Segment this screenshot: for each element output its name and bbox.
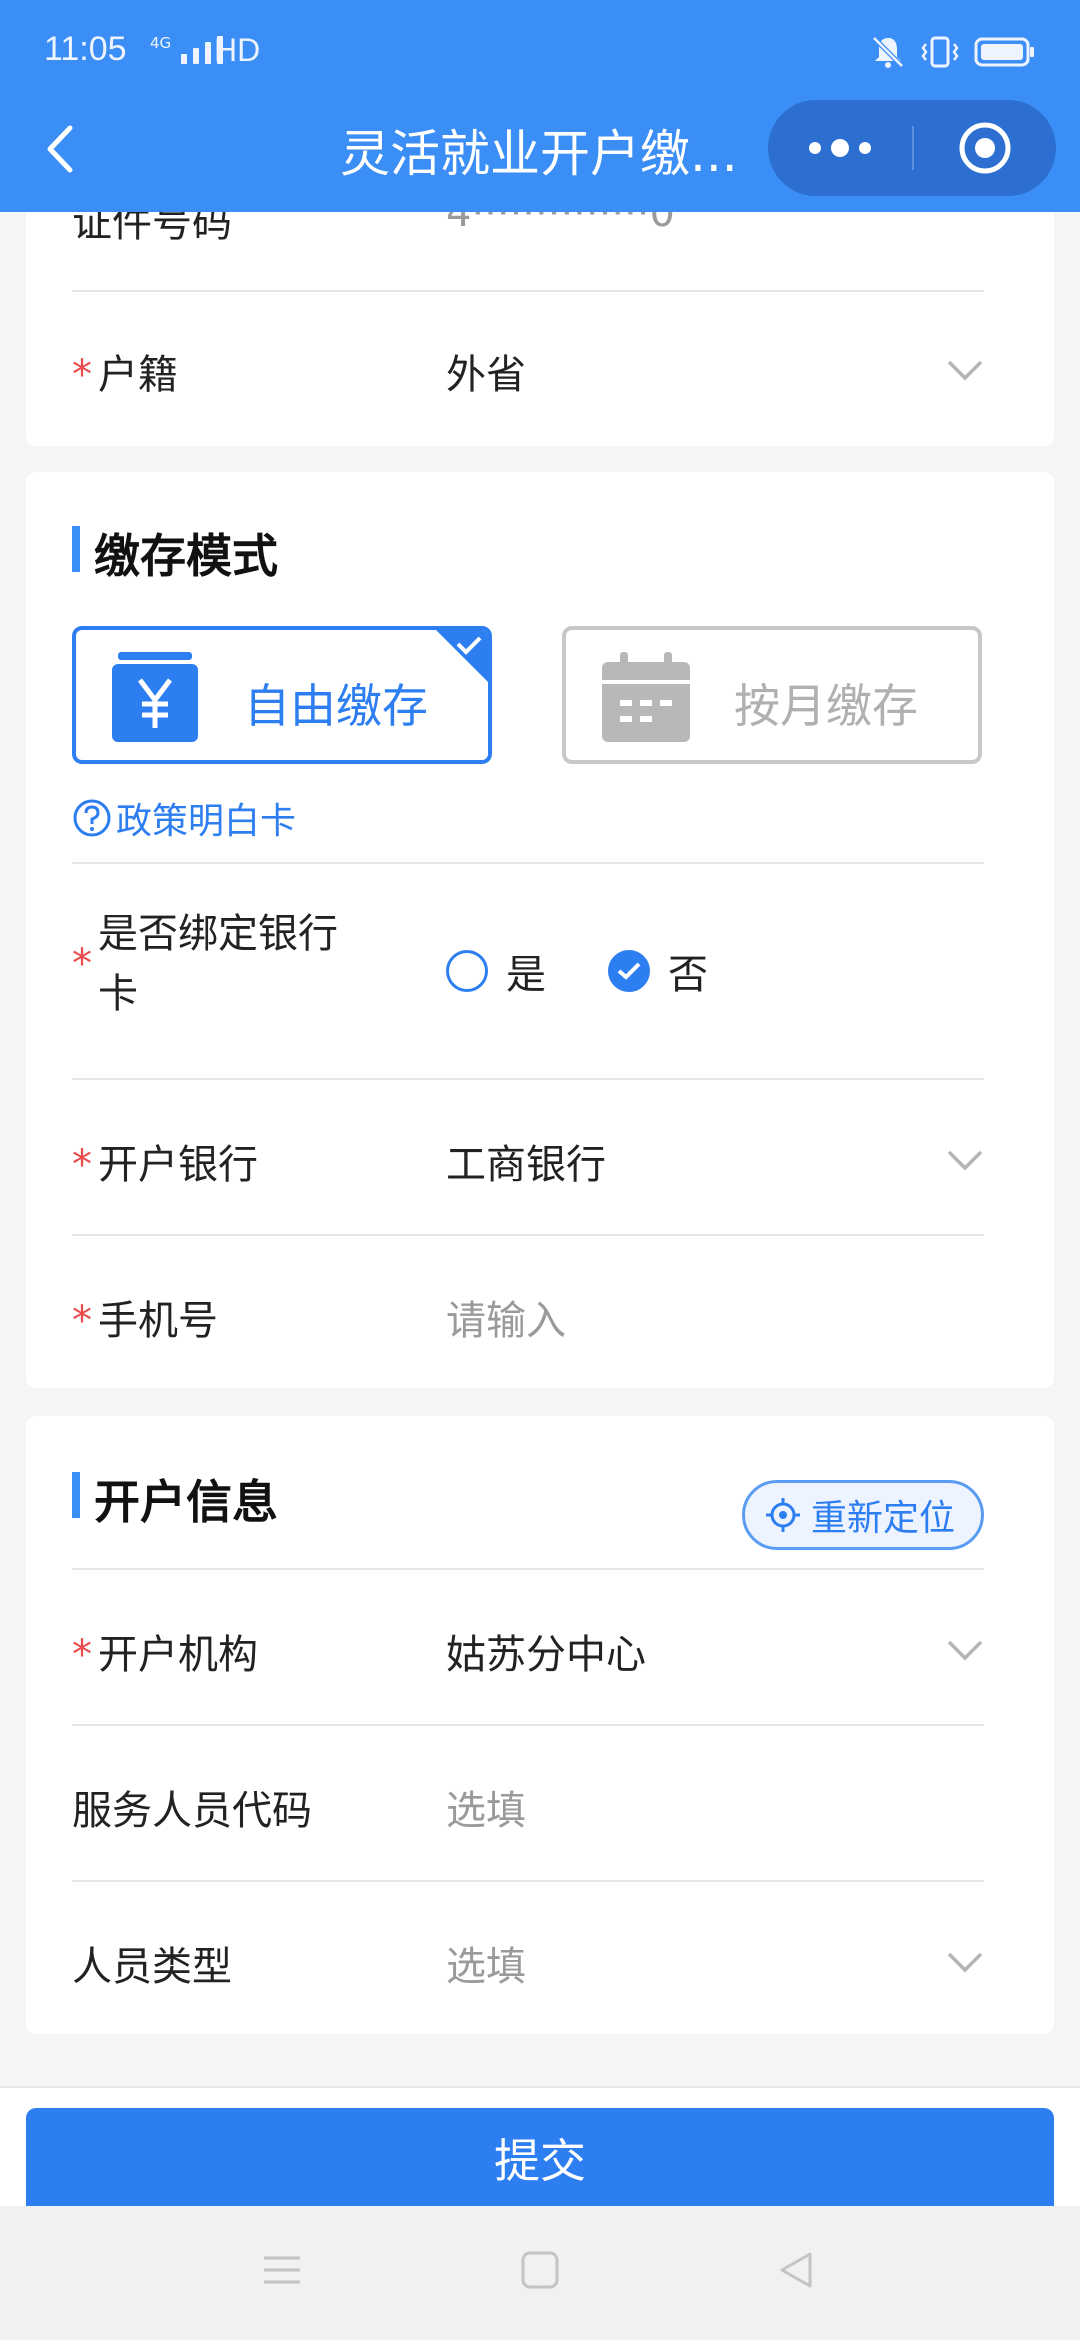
home-icon[interactable] (520, 2250, 560, 2290)
staff-code-label: 服务人员代码 (72, 1788, 312, 1834)
app-header: 11:05 4G HD 灵活就业开户缴... (0, 0, 1080, 212)
monthly-deposit-label: 按月缴存 (734, 679, 918, 733)
yen-icon (112, 652, 198, 742)
check-icon (617, 962, 641, 980)
selected-check-icon (436, 630, 488, 682)
monthly-deposit-option[interactable]: 按月缴存 (562, 626, 982, 764)
account-org-label: 开户机构 (98, 1632, 258, 1678)
policy-card-link[interactable]: 政策明白卡 (72, 792, 296, 844)
household-row[interactable]: * 户籍 外省 (72, 292, 984, 446)
calendar-icon (602, 652, 690, 742)
household-label: 户籍 (98, 352, 178, 398)
person-type-row[interactable]: 人员类型 选填 (72, 1882, 984, 2034)
submit-button[interactable]: 提交 (26, 2108, 1054, 2208)
miniapp-capsule (768, 100, 1056, 196)
hd-indicator: HD (214, 32, 261, 68)
chevron-down-icon (947, 1640, 983, 1661)
vibrate-icon (921, 36, 959, 68)
battery-icon (974, 37, 1034, 67)
bind-yes-radio[interactable]: 是 (446, 942, 546, 1000)
deposit-mode-card: 缴存模式 自由缴存 按月缴存 政策明白卡 * 是否绑定银行卡 是 否 * 开户银… (26, 472, 1054, 1388)
chevron-down-icon (947, 360, 983, 381)
target-close-icon (959, 122, 1011, 174)
staff-code-row: 服务人员代码 选填 (72, 1726, 984, 1882)
help-icon (73, 799, 111, 837)
account-org-value: 姑苏分中心 (446, 1632, 646, 1678)
page-title: 灵活就业开户缴... (340, 125, 738, 183)
chevron-down-icon (947, 1150, 983, 1171)
free-deposit-label: 自由缴存 (244, 679, 428, 733)
back-nav-icon[interactable] (776, 2250, 816, 2290)
signal-icon: 4G (150, 36, 224, 64)
more-button[interactable] (768, 100, 912, 196)
free-deposit-option[interactable]: 自由缴存 (72, 626, 492, 764)
section-title-account-info: 开户信息 (72, 1466, 278, 1532)
system-navbar (0, 2206, 1080, 2340)
bank-value: 工商银行 (446, 1142, 606, 1188)
bind-bank-card-row: * 是否绑定银行卡 是 否 (72, 864, 984, 1080)
staff-code-input[interactable]: 选填 (446, 1778, 526, 1836)
account-org-row[interactable]: * 开户机构 姑苏分中心 (72, 1570, 984, 1726)
bind-no-radio[interactable]: 否 (608, 942, 708, 1000)
locate-icon (765, 1498, 800, 1532)
status-time: 11:05 (44, 30, 127, 68)
phone-row: * 手机号 请输入 (72, 1236, 984, 1388)
menu-icon[interactable] (262, 2250, 302, 2290)
person-type-value: 选填 (446, 1944, 526, 1990)
close-miniapp-button[interactable] (914, 100, 1056, 196)
phone-input[interactable]: 请输入 (446, 1288, 566, 1346)
person-type-label: 人员类型 (72, 1944, 232, 1990)
section-title-deposit-mode: 缴存模式 (72, 520, 278, 586)
bind-bank-card-label: 是否绑定银行卡 (98, 911, 338, 1017)
phone-label: 手机号 (98, 1298, 218, 1344)
bank-label: 开户银行 (98, 1142, 258, 1188)
bind-bank-radio-group: 是 否 (446, 864, 748, 1078)
account-info-card: 开户信息 重新定位 * 开户机构 姑苏分中心 服务人员代码 选填 人员类型 选填 (26, 1416, 1054, 2034)
back-icon[interactable] (36, 118, 86, 180)
household-value: 外省 (446, 352, 526, 398)
relocate-button[interactable]: 重新定位 (741, 1480, 984, 1550)
mute-icon (872, 36, 904, 68)
bank-row[interactable]: * 开户银行 工商银行 (72, 1080, 984, 1236)
chevron-down-icon (947, 1952, 983, 1973)
